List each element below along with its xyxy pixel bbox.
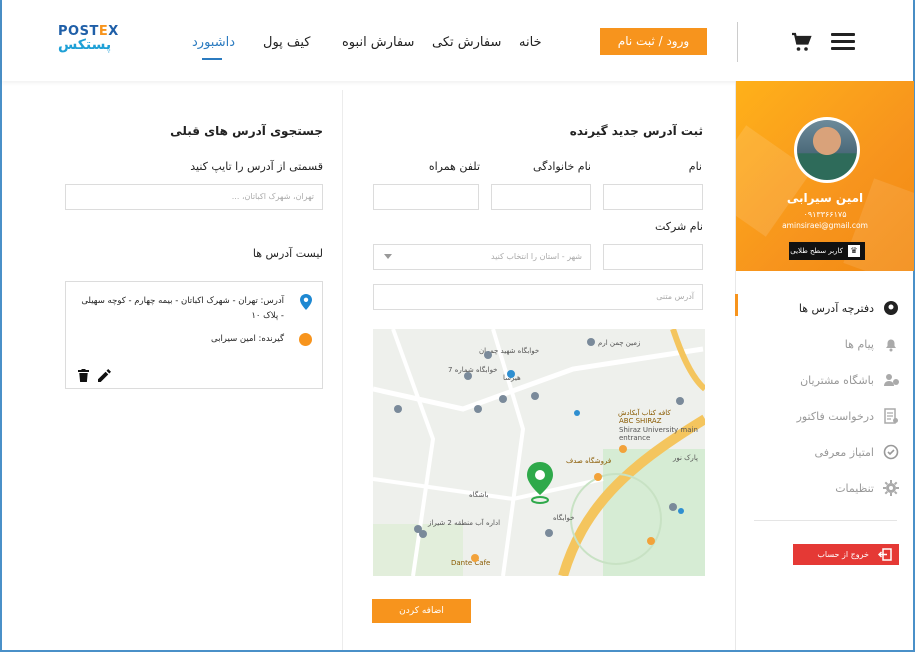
sidebar-item-label: تنظیمات <box>835 482 874 495</box>
sidebar-separator <box>754 520 897 521</box>
nav-wallet[interactable]: کیف پول <box>263 35 310 50</box>
logout-icon <box>877 548 892 561</box>
recipient-text: گیرنده: امین سیرابی <box>211 334 284 344</box>
search-hint-label: قسمتی از آدرس را تایپ کنید <box>190 160 323 173</box>
new-address-title: ثبت آدرس جدید گیرنده <box>569 124 703 138</box>
nav-home[interactable]: خانه <box>519 35 542 50</box>
edit-icon[interactable] <box>98 367 111 382</box>
profile-phone: ۰۹۱۳۳۶۶۱۷۵ <box>803 210 847 219</box>
search-placeholder: تهران، شهرک اکباتان، ... <box>231 192 314 201</box>
search-previous-title: جستجوی آدرس های قبلی <box>170 124 323 138</box>
postex-logo[interactable]: POSTEX پستکس <box>58 24 118 62</box>
profile-card: امین سیرابی ۰۹۱۳۳۶۶۱۷۵ aminsiraei@gmail.… <box>736 81 914 271</box>
profile-email: aminsiraei@gmail.com <box>782 221 868 230</box>
gold-user-badge: کاربر سطح طلایی ♛ <box>789 242 865 260</box>
map-location-pin-icon[interactable] <box>524 460 556 504</box>
city-select-placeholder: شهر - استان را انتخاب کنید <box>491 252 582 261</box>
address-text: آدرس: تهران - شهرک اکباتان - بیمه چهارم … <box>81 296 284 321</box>
location-pin-icon <box>300 294 312 310</box>
cart-icon[interactable] <box>789 30 813 54</box>
login-register-button[interactable]: ورود / ثبت نام <box>600 28 707 55</box>
sidebar-item-referral-points[interactable]: امتیاز معرفی <box>736 444 914 464</box>
last-name-field[interactable] <box>491 184 591 210</box>
location-map[interactable]: خوابگاه شهید چمران خوابگاه شماره 7 زمین … <box>373 329 705 576</box>
sidebar-item-customer-club[interactable]: باشگاه مشتریان <box>736 372 914 392</box>
nav-dashboard[interactable]: داشبورد <box>192 35 235 50</box>
sidebar: امین سیرابی ۰۹۱۳۳۶۶۱۷۵ aminsiraei@gmail.… <box>735 81 914 650</box>
add-address-button[interactable]: اضافه کردن <box>372 599 471 623</box>
mobile-label: تلفن همراه <box>428 160 480 173</box>
nav-single-order[interactable]: سفارش تکی <box>432 35 501 50</box>
logout-button[interactable]: خروج از حساب کاربری <box>793 544 899 580</box>
bell-icon <box>883 336 899 352</box>
company-label: نام شرکت <box>654 220 703 233</box>
nav-bulk-order[interactable]: سفارش انبوه <box>342 35 414 50</box>
address-text-field[interactable]: آدرس متنی <box>373 284 703 310</box>
recipient-dot-icon <box>299 333 312 346</box>
header-divider <box>737 22 738 62</box>
address-placeholder: آدرس متنی <box>656 292 694 301</box>
last-name-label: نام خانوادگی <box>533 160 591 173</box>
avatar[interactable] <box>794 117 860 183</box>
gear-icon <box>883 480 899 496</box>
sidebar-item-label: درخواست فاکتور <box>796 410 874 423</box>
sidebar-item-address-book[interactable]: دفترچه آدرس ها <box>735 294 914 320</box>
profile-name: امین سیرابی <box>786 191 864 205</box>
users-icon <box>883 372 899 388</box>
badge-label: کاربر سطح طلایی <box>790 247 843 255</box>
first-name-label: نام <box>688 160 702 173</box>
sidebar-item-label: پیام ها <box>844 338 874 351</box>
location-pin-icon <box>883 300 899 316</box>
logo-text-fa: پستکس <box>58 37 112 53</box>
delete-icon[interactable] <box>78 367 89 382</box>
chevron-down-icon <box>384 254 392 259</box>
city-province-select[interactable]: شهر - استان را انتخاب کنید <box>373 244 591 270</box>
sidebar-item-settings[interactable]: تنظیمات <box>736 480 914 500</box>
first-name-field[interactable] <box>603 184 703 210</box>
mobile-field[interactable] <box>373 184 479 210</box>
company-field[interactable] <box>603 244 703 270</box>
invoice-icon <box>883 408 899 424</box>
address-search-input[interactable]: تهران، شهرک اکباتان، ... <box>65 184 323 210</box>
column-divider <box>342 90 343 650</box>
sidebar-item-label: امتیاز معرفی <box>814 446 874 459</box>
logout-label: خروج از حساب کاربری <box>817 550 869 580</box>
address-list-title: لیست آدرس ها <box>252 247 323 260</box>
check-circle-icon <box>883 444 899 460</box>
crown-icon: ♛ <box>848 245 860 257</box>
sidebar-item-label: باشگاه مشتریان <box>800 374 874 387</box>
sidebar-item-invoice-request[interactable]: درخواست فاکتور <box>736 408 914 428</box>
top-header: ورود / ثبت نام خانه سفارش تکی سفارش انبو… <box>2 0 913 81</box>
sidebar-item-label: دفترچه آدرس ها <box>798 302 874 315</box>
hamburger-menu-icon[interactable] <box>831 33 855 50</box>
nav-active-indicator <box>202 58 222 60</box>
address-list-item[interactable]: آدرس: تهران - شهرک اکباتان - بیمه چهارم … <box>65 281 323 389</box>
sidebar-item-messages[interactable]: پیام ها <box>736 336 914 356</box>
